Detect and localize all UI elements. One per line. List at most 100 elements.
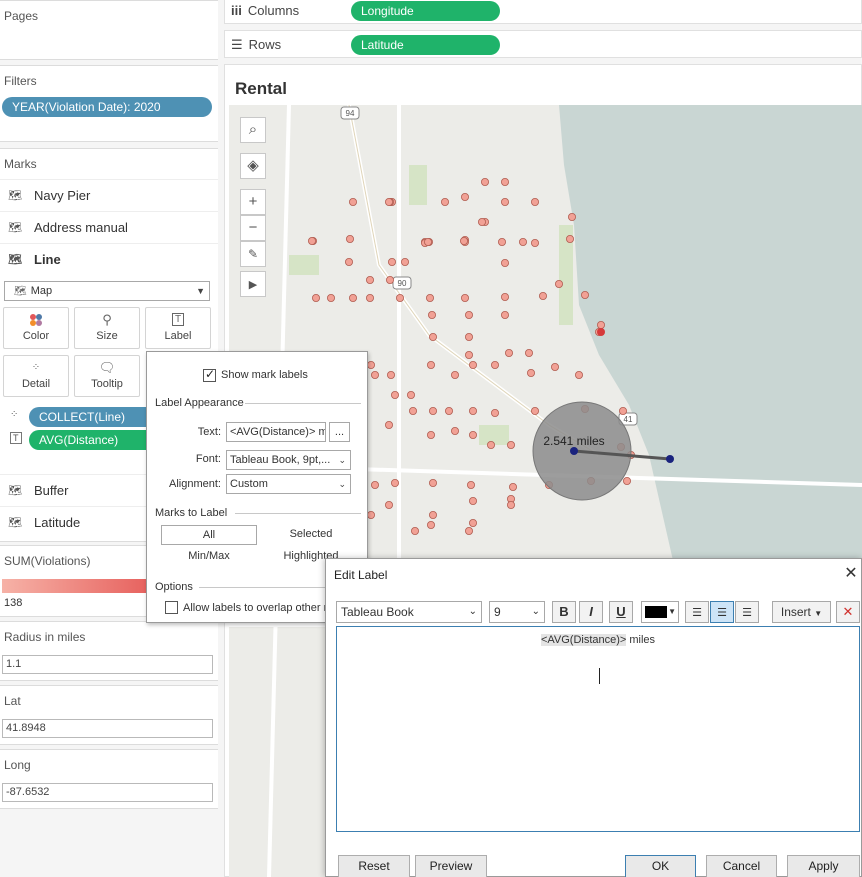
violation-point[interactable] [567,213,576,222]
violation-point[interactable] [464,332,473,341]
show-mark-labels-checkbox[interactable] [203,367,216,382]
violation-point[interactable] [370,370,379,379]
violation-point[interactable] [530,238,539,247]
violation-point[interactable] [524,348,533,357]
violation-point[interactable] [500,292,509,301]
violation-point[interactable] [468,496,477,505]
violation-point[interactable] [390,390,399,399]
italic-button[interactable]: I [579,601,603,623]
violation-point[interactable] [385,275,394,284]
text-field[interactable]: <AVG(Distance)> m [226,422,326,442]
violation-point[interactable] [395,293,404,302]
close-button[interactable]: ✕ [841,563,861,583]
layer-address-manual[interactable]: 🗺 Address manual [0,211,218,243]
violation-point[interactable] [550,362,559,371]
map-layers-button[interactable]: ◈ [240,153,266,179]
detail-button[interactable]: ⁘ Detail [3,355,69,397]
layer-line[interactable]: 🗺 Line [0,243,218,275]
bold-button[interactable]: B [552,601,576,623]
violation-point[interactable] [477,218,486,227]
violation-point[interactable] [450,426,459,435]
violation-point[interactable] [565,234,574,243]
violation-point[interactable] [349,293,358,302]
preview-button[interactable]: Preview [415,855,487,877]
pin-button[interactable]: ✎ [240,241,266,267]
violation-point[interactable] [596,320,605,329]
violation-point[interactable] [500,198,509,207]
violation-point[interactable] [538,291,547,300]
longitude-pill[interactable]: Longitude [351,1,500,21]
latitude-pill[interactable]: Latitude [351,35,500,55]
alignment-select[interactable]: Custom ⌄ [226,474,351,494]
violation-point[interactable] [327,293,336,302]
violation-point[interactable] [390,478,399,487]
violation-point[interactable] [468,518,477,527]
violation-point[interactable] [308,236,317,245]
align-center-button[interactable]: ☰ [710,601,734,623]
violation-point[interactable] [530,406,539,415]
font-family-select[interactable]: Tableau Book ⌄ [336,601,482,623]
option-selected[interactable]: Selected [263,525,359,545]
tooltip-button[interactable]: 🗨 Tooltip [74,355,140,397]
violation-point[interactable] [440,198,449,207]
violation-point[interactable] [530,198,539,207]
insert-button[interactable]: Insert ▼ [772,601,831,623]
violation-point[interactable] [468,406,477,415]
violation-point[interactable] [464,310,473,319]
violation-point[interactable] [366,360,375,369]
option-all[interactable]: All [161,525,257,545]
allow-overlap-checkbox[interactable] [165,601,178,614]
ok-button[interactable]: OK [625,855,696,877]
violation-point[interactable] [400,257,409,266]
violation-point[interactable] [480,178,489,187]
violation-point[interactable] [460,293,469,302]
mark-type-select[interactable]: 🗺 Map ▼ [4,281,210,301]
violation-point[interactable] [428,510,437,519]
violation-point[interactable] [384,198,393,207]
violation-point[interactable] [506,500,515,509]
violation-point[interactable] [346,234,355,243]
violation-point[interactable] [580,290,589,299]
violation-point[interactable] [518,237,527,246]
cancel-button[interactable]: Cancel [706,855,777,877]
origin-point[interactable] [570,447,578,455]
align-right-button[interactable]: ☰ [735,601,759,623]
violation-point[interactable] [425,293,434,302]
font-color-button[interactable]: ▼ [641,601,679,623]
violation-point[interactable] [468,360,477,369]
violation-point[interactable] [408,406,417,415]
violation-point[interactable] [464,350,473,359]
violation-point[interactable] [410,526,419,535]
violation-point[interactable] [460,193,469,202]
violation-point[interactable] [468,430,477,439]
violation-point[interactable] [428,406,437,415]
violation-point[interactable] [428,332,437,341]
violation-point[interactable] [365,275,374,284]
violation-point[interactable] [459,236,468,245]
violation-point[interactable] [508,482,517,491]
lat-input[interactable]: 41.8948 [2,719,213,738]
reset-button[interactable]: Reset [338,855,410,877]
violation-point[interactable] [622,476,631,485]
violation-point[interactable] [490,360,499,369]
label-button[interactable]: T Label [145,307,211,349]
color-button[interactable]: Color [3,307,69,349]
violation-point[interactable] [423,237,432,246]
violation-point[interactable] [497,237,506,246]
violation-point[interactable] [384,500,393,509]
violation-point[interactable] [428,478,437,487]
violation-point[interactable] [574,370,583,379]
underline-button[interactable]: U [609,601,633,623]
zoom-out-button[interactable]: − [240,215,266,241]
violation-point[interactable] [597,328,605,336]
violation-point[interactable] [618,406,627,415]
violation-point[interactable] [426,360,435,369]
violation-point[interactable] [406,390,415,399]
apply-button[interactable]: Apply [787,855,860,877]
violation-point[interactable] [526,368,535,377]
violation-point[interactable] [427,310,436,319]
destination-point[interactable] [666,455,674,463]
radius-input[interactable]: 1.1 [2,655,213,674]
violation-point[interactable] [349,198,358,207]
zoom-in-button[interactable]: + [240,189,266,215]
